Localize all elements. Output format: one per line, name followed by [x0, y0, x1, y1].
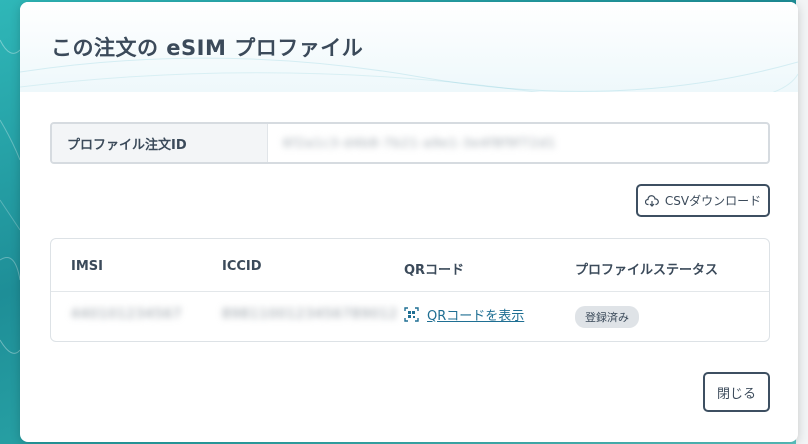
iccid-cell: 8981100123456789012 — [222, 307, 399, 322]
profile-id-field: プロファイル注文ID 6f2a1c3-d4b8-7b21-a9e1-3e4f8f… — [50, 122, 770, 164]
profile-id-label: プロファイル注文ID — [52, 124, 268, 162]
dialog-title: この注文の eSIM プロファイル — [51, 36, 364, 60]
close-button[interactable]: 閉じる — [703, 372, 770, 412]
profile-table: IMSI ICCID QRコード プロファイルステータス 44010123456… — [50, 238, 770, 342]
column-header-qr: QRコード — [404, 263, 465, 278]
table-header: IMSI ICCID QRコード プロファイルステータス — [51, 239, 769, 292]
qr-code-icon — [404, 307, 419, 322]
cloud-download-icon — [644, 194, 659, 207]
status-badge: 登録済み — [575, 306, 639, 328]
csv-download-label: CSVダウンロード — [664, 194, 762, 208]
show-qr-code-link[interactable]: QRコードを表示 — [404, 305, 524, 324]
esim-profile-dialog: この注文の eSIM プロファイル プロファイル注文ID 6f2a1c3-d4b… — [20, 2, 798, 442]
profile-id-value[interactable]: 6f2a1c3-d4b8-7b21-a9e1-3e4f8f9f72d1 — [268, 124, 768, 162]
dialog-header: この注文の eSIM プロファイル — [20, 2, 798, 92]
column-header-imsi: IMSI — [71, 259, 103, 274]
imsi-cell: 440101234567 — [71, 307, 183, 322]
csv-download-button[interactable]: CSVダウンロード — [636, 184, 770, 217]
column-header-status: プロファイルステータス — [575, 263, 719, 278]
show-qr-code-label: QRコードを表示 — [427, 309, 525, 324]
column-header-iccid: ICCID — [222, 259, 262, 274]
